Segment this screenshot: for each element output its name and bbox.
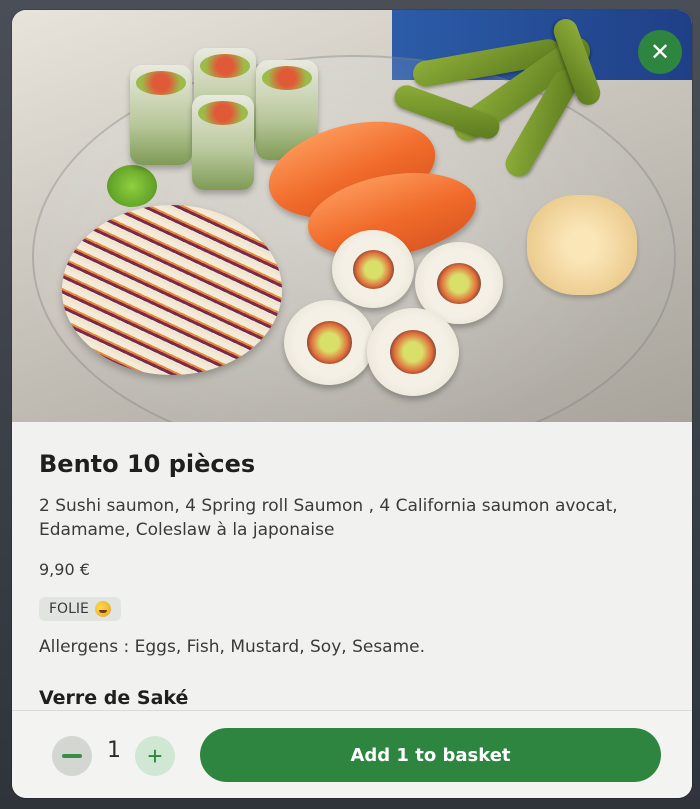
california-roll <box>332 230 414 308</box>
product-title: Bento 10 pièces <box>39 450 256 478</box>
close-icon: ✕ <box>649 38 671 66</box>
product-price: 9,90 € <box>39 560 90 579</box>
plus-icon: + <box>147 741 163 771</box>
product-description: 2 Sushi saumon, 4 Spring roll Saumon , 4… <box>39 496 618 540</box>
coleslaw <box>62 205 282 375</box>
add-to-basket-button[interactable]: Add 1 to basket <box>200 728 661 782</box>
quantity-decrease-button[interactable] <box>52 736 92 776</box>
wasabi <box>107 165 157 207</box>
pickled-ginger <box>527 195 637 295</box>
product-badge: FOLIE <box>39 597 121 621</box>
spring-roll <box>192 95 254 190</box>
spring-roll <box>130 65 192 165</box>
quantity-increase-button[interactable]: + <box>135 736 175 776</box>
california-roll <box>284 300 374 385</box>
product-details: Bento 10 pièces 2 Sushi saumon, 4 Spring… <box>39 422 659 709</box>
product-modal: ✕ Bento 10 pièces 2 Sushi saumon, 4 Spri… <box>12 10 692 798</box>
minus-icon <box>62 754 82 758</box>
close-button[interactable]: ✕ <box>638 30 682 74</box>
basket-footer: 1 + Add 1 to basket <box>12 710 692 798</box>
section-title-sake: Verre de Saké <box>39 687 189 709</box>
badge-label: FOLIE <box>49 601 89 617</box>
starstruck-emoji-icon <box>94 601 111 617</box>
product-image <box>12 10 692 422</box>
california-roll <box>367 308 459 396</box>
quantity-value: 1 <box>107 738 121 763</box>
allergens-text: Allergens : Eggs, Fish, Mustard, Soy, Se… <box>39 637 426 657</box>
